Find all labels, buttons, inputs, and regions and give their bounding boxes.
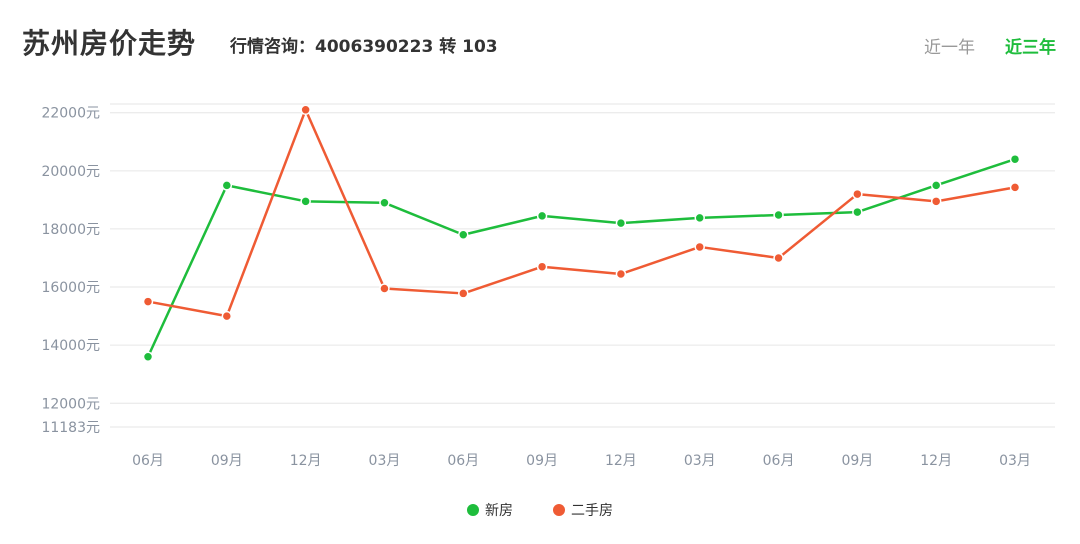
series-line-0 [146, 158, 1016, 358]
data-point[interactable] [536, 210, 548, 222]
x-tick-label: 12月 [290, 453, 322, 469]
y-tick-label: 14000元 [41, 338, 100, 354]
x-tick-label: 03月 [684, 453, 716, 469]
data-point[interactable] [694, 241, 705, 253]
data-point[interactable] [221, 310, 233, 322]
data-point[interactable] [536, 261, 548, 272]
data-point[interactable] [852, 206, 863, 218]
data-point[interactable] [1009, 182, 1021, 193]
legend-label-second-hand: 二手房 [571, 503, 613, 519]
legend-label-new-house: 新房 [485, 503, 513, 519]
legend-item-second-hand[interactable]: 二手房 [553, 500, 613, 520]
x-tick-label: 12月 [920, 453, 952, 469]
data-point[interactable] [221, 180, 233, 191]
tab-one-year[interactable]: 近一年 [924, 33, 975, 58]
legend-item-new-house[interactable]: 新房 [467, 500, 513, 520]
chart-legend: 新房 二手房 [0, 500, 1080, 520]
tab-three-years[interactable]: 近三年 [1005, 33, 1056, 58]
x-axis-ticks: 06月 09月 12月 03月 06月 09月 12月 03月 06月 09月 12月 03月 [132, 453, 1031, 469]
data-point[interactable] [142, 351, 154, 363]
y-axis-ticks: 22000元 20000元 18000元 16000元 14000元 12000元 1118… [41, 106, 100, 436]
y-tick-label: 18000元 [41, 222, 100, 238]
data-point[interactable] [458, 288, 469, 299]
y-tick-label: 20000元 [41, 164, 100, 180]
data-point[interactable] [142, 296, 154, 307]
x-tick-label: 09月 [211, 453, 243, 469]
y-tick-label: 22000元 [41, 106, 100, 122]
grid-lines [110, 103, 1055, 428]
data-point[interactable] [300, 104, 311, 116]
data-point[interactable] [300, 196, 311, 207]
y-tick-label: 12000元 [41, 396, 100, 412]
data-point[interactable] [379, 283, 390, 294]
x-tick-label: 06月 [447, 453, 479, 469]
data-point[interactable] [694, 212, 705, 224]
x-tick-label: 06月 [132, 453, 164, 469]
price-trend-chart: 22000元 20000元 18000元 16000元 14000元 12000元 1118… [41, 103, 1055, 469]
data-point[interactable] [773, 252, 784, 264]
x-tick-label: 09月 [526, 453, 558, 469]
range-tabs: 近一年 近三年 [924, 33, 1056, 58]
x-tick-label: 12月 [605, 453, 637, 469]
data-point[interactable] [458, 229, 469, 240]
page-title: 苏州房价走势 [22, 27, 197, 60]
legend-dot-new-house [467, 504, 479, 516]
data-point[interactable] [1009, 153, 1021, 165]
data-point[interactable] [852, 188, 863, 200]
series-lines [142, 104, 1021, 363]
data-point[interactable] [773, 209, 784, 221]
data-point[interactable] [615, 217, 627, 229]
x-tick-label: 09月 [841, 453, 873, 469]
series-line-1 [147, 108, 1016, 318]
x-tick-label: 03月 [999, 453, 1031, 469]
data-point[interactable] [930, 180, 942, 191]
chart-header: 苏州房价走势 行情咨询：4006390223 转 103 近一年 近三年 [0, 0, 1080, 80]
y-tick-label: 16000元 [41, 280, 100, 296]
data-point[interactable] [615, 268, 627, 280]
y-tick-label: 11183元 [41, 420, 100, 436]
hotline-text: 行情咨询：4006390223 转 103 [230, 37, 498, 57]
data-point[interactable] [379, 197, 390, 209]
legend-dot-second-hand [553, 504, 565, 516]
data-point[interactable] [930, 196, 942, 207]
x-tick-label: 03月 [369, 453, 401, 469]
x-tick-label: 06月 [763, 453, 795, 469]
